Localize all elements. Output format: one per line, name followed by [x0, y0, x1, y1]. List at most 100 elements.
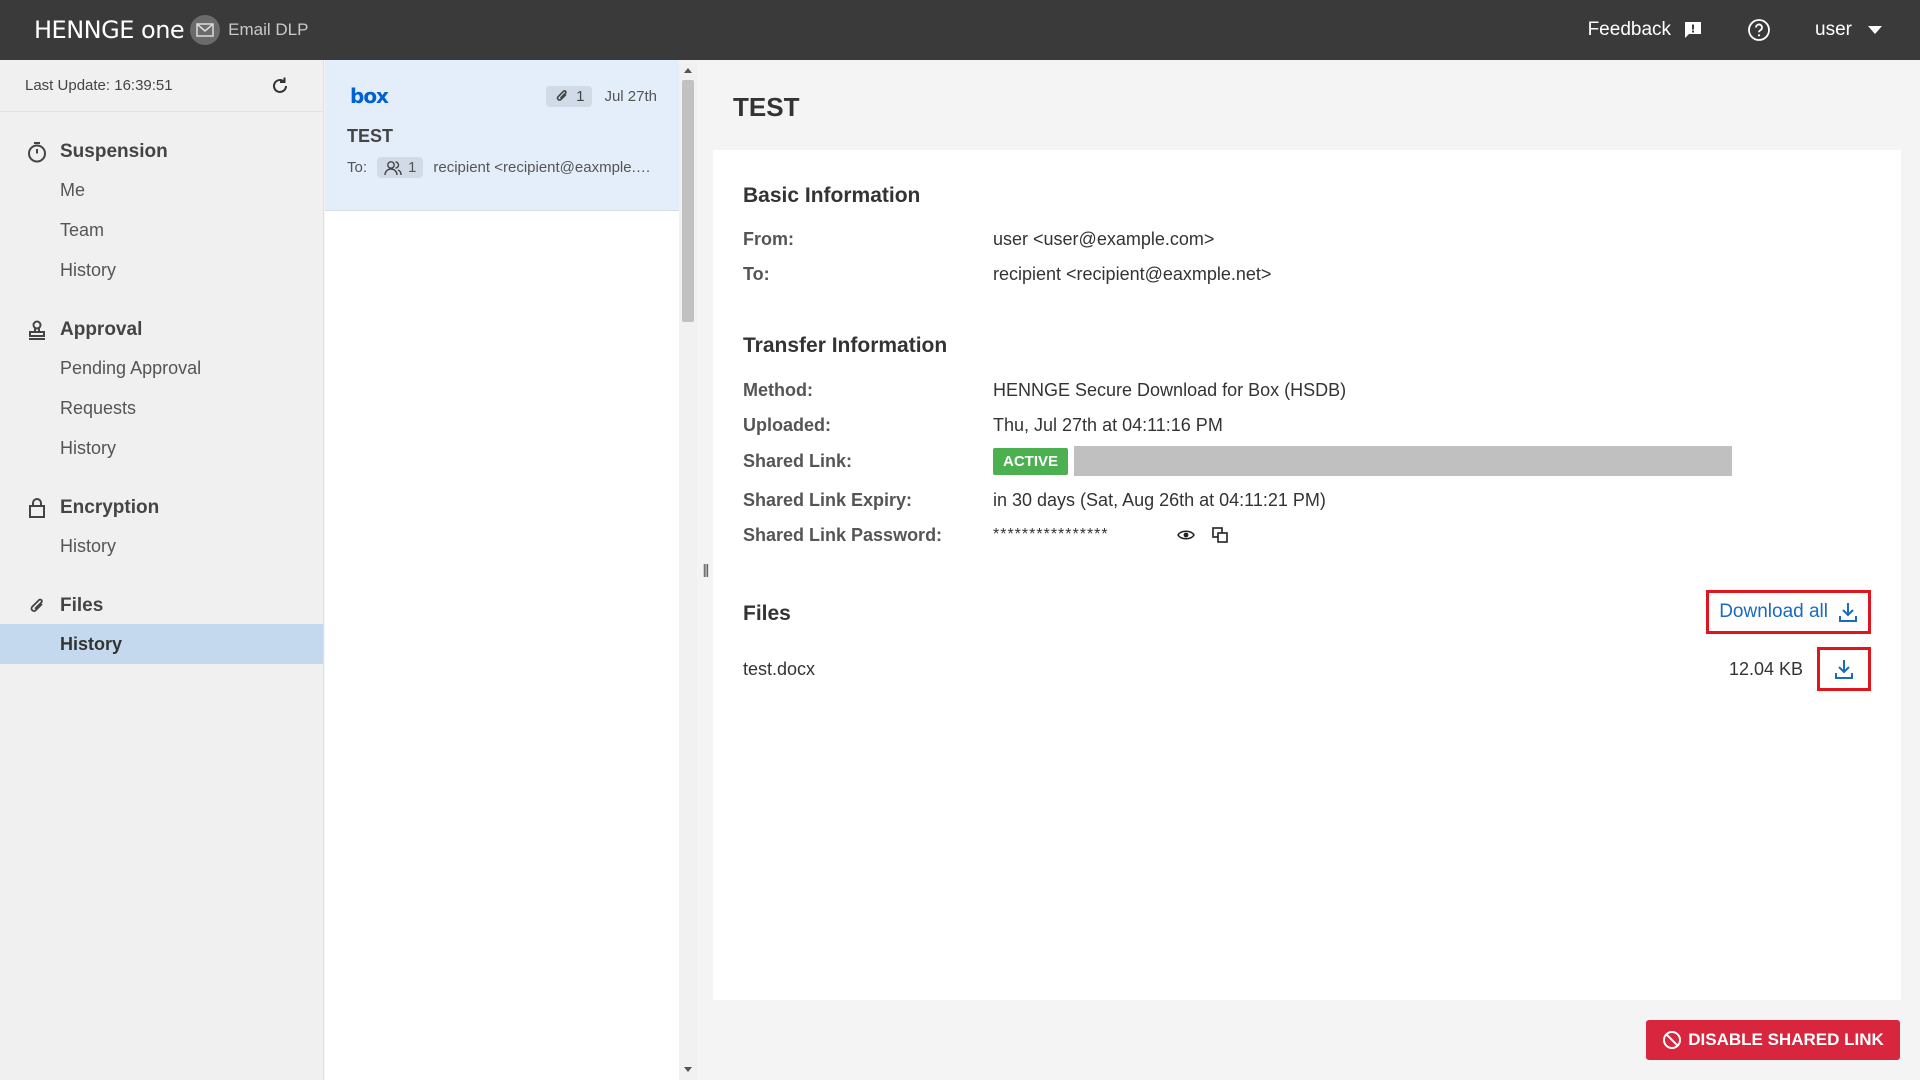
download-icon — [1835, 660, 1853, 679]
feedback-icon — [1685, 22, 1702, 38]
recipient-count-badge: 1 — [377, 157, 424, 178]
attachment-count-badge: 1 — [546, 85, 593, 107]
brand[interactable]: HENNGE one Email DLP — [34, 15, 308, 45]
recipient-text: recipient <recipient@eaxmple.net> — [433, 159, 657, 176]
refresh-icon[interactable] — [269, 75, 291, 97]
lock-icon — [26, 497, 48, 519]
to-label: To: — [347, 159, 368, 176]
download-all-label: Download all — [1719, 601, 1828, 622]
method-label: Method: — [743, 379, 813, 400]
to-label: To: — [743, 263, 770, 284]
list-item-date: Jul 27th — [604, 87, 657, 105]
product-name: Email DLP — [228, 20, 309, 39]
sidebar-item-requests[interactable]: Requests — [0, 388, 323, 428]
sidebar-item-encryption-history[interactable]: History — [0, 526, 323, 566]
password-label: Shared Link Password: — [743, 524, 943, 545]
help-button[interactable] — [1747, 18, 1771, 42]
nav-head-label: Files — [60, 595, 104, 616]
paperclip-icon — [556, 90, 567, 101]
nav-head-label: Encryption — [60, 497, 160, 518]
sidebar-item-pending-approval[interactable]: Pending Approval — [0, 348, 323, 388]
to-value: recipient <recipient@eaxmple.net> — [993, 263, 1272, 284]
stamp-icon — [26, 319, 48, 341]
download-file-button[interactable] — [1817, 647, 1871, 691]
method-value: HENNGE Secure Download for Box (HSDB) — [993, 379, 1347, 400]
nav-head-approval: Approval — [0, 312, 323, 348]
last-update-text: Last Update: 16:39:51 — [25, 77, 173, 94]
expiry-label: Shared Link Expiry: — [743, 489, 913, 510]
nav-head-suspension: Suspension — [0, 134, 323, 170]
from-value: user <user@example.com> — [993, 228, 1215, 249]
from-row: From: user <user@example.com> — [743, 224, 1214, 254]
disable-shared-link-label: DISABLE SHARED LINK — [1688, 1030, 1884, 1049]
sidebar-item-suspension-me[interactable]: Me — [0, 170, 323, 210]
eye-icon[interactable] — [1177, 529, 1195, 541]
pane-resize-handle[interactable]: ||| — [697, 60, 713, 1080]
detail-pane: TEST Basic Information From: user <user@… — [713, 60, 1920, 1080]
password-value: **************** — [993, 526, 1109, 543]
to-row: To: recipient <recipient@eaxmple.net> — [743, 259, 1271, 289]
nav-head-files: Files — [0, 588, 323, 624]
brand-logo: HENNGE one — [34, 16, 185, 44]
transfer-info-title: Transfer Information — [743, 334, 948, 357]
feedback-button[interactable]: Feedback — [1588, 19, 1703, 41]
file-name: test.docx — [743, 658, 816, 679]
basic-info-title: Basic Information — [743, 184, 921, 207]
top-bar: HENNGE one Email DLP Feedback user — [0, 0, 1920, 60]
password-row: Shared Link Password: **************** — [743, 520, 1245, 550]
list-item-recipients: To: 1 recipient <recipient@eaxmple.net> — [347, 157, 657, 178]
user-name: user — [1815, 19, 1852, 40]
uploaded-label: Uploaded: — [743, 414, 831, 435]
sidebar-item-files-history[interactable]: History — [0, 624, 323, 664]
list-scrollbar[interactable] — [679, 60, 697, 1080]
list-item-subject: TEST — [347, 126, 394, 146]
uploaded-row: Uploaded: Thu, Jul 27th at 04:11:16 PM — [743, 410, 1223, 440]
from-label: From: — [743, 228, 794, 249]
paperclip-icon — [26, 595, 48, 617]
scroll-down-icon[interactable] — [684, 1067, 692, 1072]
shared-link-label: Shared Link: — [743, 450, 853, 471]
sidebar: Last Update: 16:39:51 Suspension Me Team… — [0, 60, 324, 1080]
copy-icon[interactable] — [1211, 526, 1229, 544]
download-all-button[interactable]: Download all — [1706, 590, 1871, 634]
nav-section-files: Files History — [0, 588, 323, 664]
detail-card: Basic Information From: user <user@examp… — [713, 150, 1901, 1000]
files-title: Files — [743, 602, 791, 625]
help-icon — [1748, 19, 1770, 41]
sidebar-item-suspension-team[interactable]: Team — [0, 210, 323, 250]
expiry-row: Shared Link Expiry: in 30 days (Sat, Aug… — [743, 485, 1326, 515]
status-badge: ACTIVE — [993, 447, 1069, 475]
expiry-value: in 30 days (Sat, Aug 26th at 04:11:21 PM… — [993, 489, 1326, 510]
grip-icon: ||| — [702, 560, 710, 577]
recipient-count: 1 — [408, 159, 417, 176]
sidebar-item-approval-history[interactable]: History — [0, 428, 323, 468]
feedback-label: Feedback — [1587, 19, 1672, 40]
mail-icon — [190, 15, 221, 45]
page-title: TEST — [733, 92, 800, 122]
nav-head-encryption: Encryption — [0, 490, 323, 526]
file-size: 12.04 KB — [1728, 658, 1803, 679]
stopwatch-icon — [26, 141, 48, 163]
nav-head-label: Approval — [60, 319, 143, 340]
last-update-bar: Last Update: 16:39:51 — [0, 60, 323, 112]
shared-link-row: Shared Link: ACTIVE — [743, 446, 1733, 476]
box-logo: box — [350, 84, 389, 108]
attachment-count: 1 — [576, 87, 585, 105]
nav-head-label: Suspension — [60, 141, 168, 162]
message-list: box 1 Jul 27th TEST To: 1 recipient <rec… — [325, 60, 679, 1080]
sidebar-item-suspension-history[interactable]: History — [0, 250, 323, 290]
nav-section-encryption: Encryption History — [0, 490, 323, 566]
shared-link-redacted — [1074, 446, 1733, 476]
prohibited-icon — [1663, 1031, 1682, 1049]
scroll-thumb[interactable] — [682, 80, 694, 322]
user-menu[interactable]: user — [1815, 19, 1882, 41]
list-item[interactable]: box 1 Jul 27th TEST To: 1 recipient <rec… — [325, 60, 679, 211]
method-row: Method: HENNGE Secure Download for Box (… — [743, 375, 1346, 405]
disable-shared-link-button[interactable]: DISABLE SHARED LINK — [1646, 1020, 1900, 1060]
nav-section-approval: Approval Pending Approval Requests Histo… — [0, 312, 323, 468]
nav-section-suspension: Suspension Me Team History — [0, 134, 323, 290]
download-icon — [1839, 603, 1857, 622]
chevron-down-icon — [1868, 26, 1882, 34]
uploaded-value: Thu, Jul 27th at 04:11:16 PM — [993, 414, 1223, 435]
scroll-up-icon[interactable] — [684, 68, 692, 73]
